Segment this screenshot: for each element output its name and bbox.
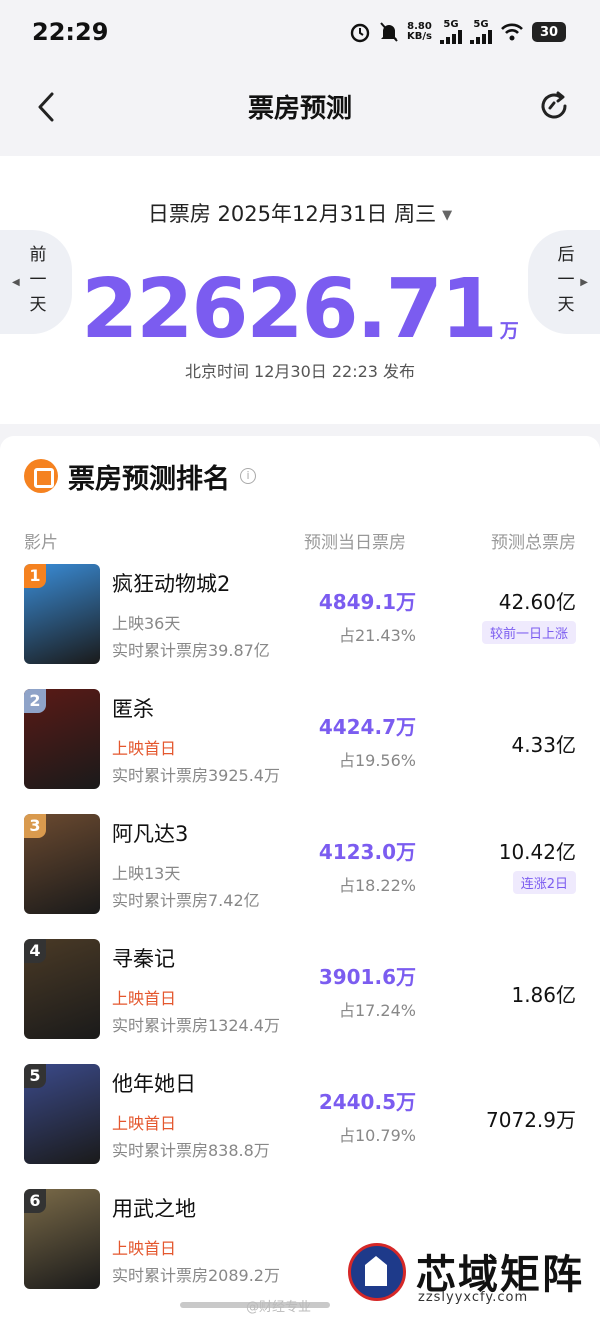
next-day-label: 后一天 bbox=[553, 244, 574, 320]
movie-name: 匿杀 bbox=[112, 697, 154, 721]
status-time: 22:29 bbox=[32, 18, 109, 46]
movie-name: 寻秦记 bbox=[112, 947, 175, 971]
info-icon[interactable]: i bbox=[240, 468, 256, 484]
wifi-icon bbox=[500, 22, 524, 42]
movie-cumulative: 实时累计票房7.42亿 bbox=[112, 891, 260, 910]
signal-2-label: 5G bbox=[473, 19, 489, 30]
movie-share: 占10.79% bbox=[338, 1126, 416, 1145]
rank-badge: 6 bbox=[24, 1189, 46, 1213]
movie-row[interactable]: 1 疯狂动物城2 上映36天实时累计票房39.87亿 4849.1万占21.43% 42… bbox=[24, 564, 576, 664]
movie-day-box: 4849.1万 bbox=[318, 590, 416, 614]
movie-row[interactable]: 3 阿凡达3 上映13天实时累计票房7.42亿 4123.0万占18.22% 10.42… bbox=[24, 814, 576, 914]
rank-badge: 1 bbox=[24, 564, 46, 588]
movie-poster[interactable]: 3 bbox=[24, 814, 100, 914]
trend-badge: 连涨2日 bbox=[512, 871, 576, 894]
ranking-logo-icon bbox=[24, 459, 58, 493]
movie-poster[interactable]: 4 bbox=[24, 939, 100, 1039]
chevron-left-icon bbox=[38, 92, 54, 122]
movie-days: 上映首日 bbox=[112, 739, 177, 758]
movie-total-box: 10.42亿 bbox=[498, 840, 576, 864]
net-speed-unit: KB/s bbox=[407, 31, 432, 42]
movie-cumulative: 实时累计票房39.87亿 bbox=[112, 641, 270, 660]
rank-badge: 4 bbox=[24, 939, 46, 963]
movie-share: 占17.24% bbox=[338, 1001, 416, 1020]
col-film: 影片 bbox=[24, 533, 58, 553]
site-logo-icon bbox=[348, 1243, 406, 1301]
movie-row[interactable]: 5 他年她日上映首日实时累计票房838.8万 2440.5万占10.79% 7072.… bbox=[24, 1064, 576, 1164]
rank-badge: 3 bbox=[24, 814, 46, 838]
ranking-header: 票房预测排名 i bbox=[24, 456, 256, 496]
movie-days: 上映36天 bbox=[112, 614, 181, 633]
refresh-button[interactable] bbox=[536, 88, 572, 124]
nav-bar: 票房预测 bbox=[0, 66, 600, 146]
movie-day-box: 4123.0万 bbox=[318, 840, 416, 864]
movie-days: 上映13天 bbox=[112, 864, 181, 883]
signal-2: 5G bbox=[470, 20, 492, 44]
col-day-box: 预测当日票房 bbox=[304, 533, 406, 553]
status-icons: 8.80 KB/s 5G 5G 30 bbox=[349, 20, 566, 44]
next-day-button[interactable]: 后一天 ▶ bbox=[528, 230, 600, 334]
movie-cumulative: 实时累计票房2089.2万 bbox=[112, 1266, 280, 1285]
movie-poster[interactable]: 6 bbox=[24, 1189, 100, 1289]
rank-badge: 2 bbox=[24, 689, 46, 713]
alarm-icon bbox=[349, 21, 371, 43]
total-value: 22626.71 bbox=[81, 262, 498, 357]
movie-poster[interactable]: 1 bbox=[24, 564, 100, 664]
date-label: 日票房 2025年12月31日 周三 bbox=[147, 202, 437, 226]
movie-total-box: 7072.9万 bbox=[486, 1108, 576, 1132]
col-total-box: 预测总票房 bbox=[491, 533, 576, 553]
net-speed: 8.80 KB/s bbox=[407, 22, 432, 42]
movie-poster[interactable]: 5 bbox=[24, 1064, 100, 1164]
ranking-card: 票房预测排名 i 影片 预测当日票房 预测总票房 1 疯狂动物城2 上映36天实时累… bbox=[0, 436, 600, 1320]
movie-name: 阿凡达3 bbox=[112, 822, 189, 846]
page-title: 票房预测 bbox=[247, 93, 352, 124]
mute-bell-icon bbox=[379, 21, 399, 43]
rank-badge: 5 bbox=[24, 1064, 46, 1088]
triangle-right-icon: ▶ bbox=[580, 276, 588, 288]
movie-poster[interactable]: 2 bbox=[24, 689, 100, 789]
movie-name: 用武之地 bbox=[112, 1197, 196, 1221]
weibo-watermark: @财经专业 bbox=[246, 1300, 312, 1315]
movie-share: 占19.56% bbox=[338, 751, 416, 770]
movie-name: 他年她日 bbox=[112, 1072, 196, 1096]
movie-days: 上映首日 bbox=[112, 989, 177, 1008]
refresh-icon bbox=[541, 91, 567, 119]
trend-badge: 较前一日上涨 bbox=[481, 621, 576, 644]
signal-1-label: 5G bbox=[443, 19, 459, 30]
movie-share: 占21.43% bbox=[338, 626, 416, 645]
column-headers: 影片 预测当日票房 预测总票房 bbox=[24, 528, 576, 553]
movie-cumulative: 实时累计票房1324.4万 bbox=[112, 1016, 280, 1035]
movie-total-box: 4.33亿 bbox=[511, 733, 576, 757]
date-selector[interactable]: 日票房 2025年12月31日 周三 ▼ bbox=[0, 198, 600, 228]
total-unit: 万 bbox=[499, 320, 519, 342]
ranking-title: 票房预测排名 bbox=[68, 463, 230, 495]
signal-1: 5G bbox=[440, 20, 462, 44]
movie-row[interactable]: 2 匿杀上映首日实时累计票房3925.4万 4424.7万占19.56% 4.33亿 bbox=[24, 689, 576, 789]
movie-row[interactable]: 4 寻秦记上映首日实时累计票房1324.4万 3901.6万占17.24% 1.86亿 bbox=[24, 939, 576, 1039]
site-url: zzslyyxcfy.com bbox=[418, 1290, 529, 1305]
movie-day-box: 3901.6万 bbox=[318, 965, 416, 989]
movie-share: 占18.22% bbox=[338, 876, 416, 895]
movie-cumulative: 实时累计票房838.8万 bbox=[112, 1141, 270, 1160]
summary-card: 日票房 2025年12月31日 周三 ▼ ◀ 前一天 22626.71 万 后一天 … bbox=[0, 156, 600, 424]
movie-cumulative: 实时累计票房3925.4万 bbox=[112, 766, 280, 785]
movie-day-box: 2440.5万 bbox=[318, 1090, 416, 1114]
movie-day-box: 4424.7万 bbox=[318, 715, 416, 739]
status-bar: 22:29 8.80 KB/s 5G 5G 30 bbox=[0, 0, 600, 66]
movie-days: 上映首日 bbox=[112, 1239, 177, 1258]
movie-total-box: 42.60亿 bbox=[498, 590, 576, 614]
publish-time: 北京时间 12月30日 22:23 发布 bbox=[184, 362, 416, 381]
movie-name: 疯狂动物城2 bbox=[112, 572, 231, 596]
back-button[interactable] bbox=[32, 90, 62, 124]
movie-total-box: 1.86亿 bbox=[511, 983, 576, 1007]
movie-days: 上映首日 bbox=[112, 1114, 177, 1133]
battery-indicator: 30 bbox=[532, 22, 566, 42]
caret-down-icon: ▼ bbox=[442, 207, 453, 223]
